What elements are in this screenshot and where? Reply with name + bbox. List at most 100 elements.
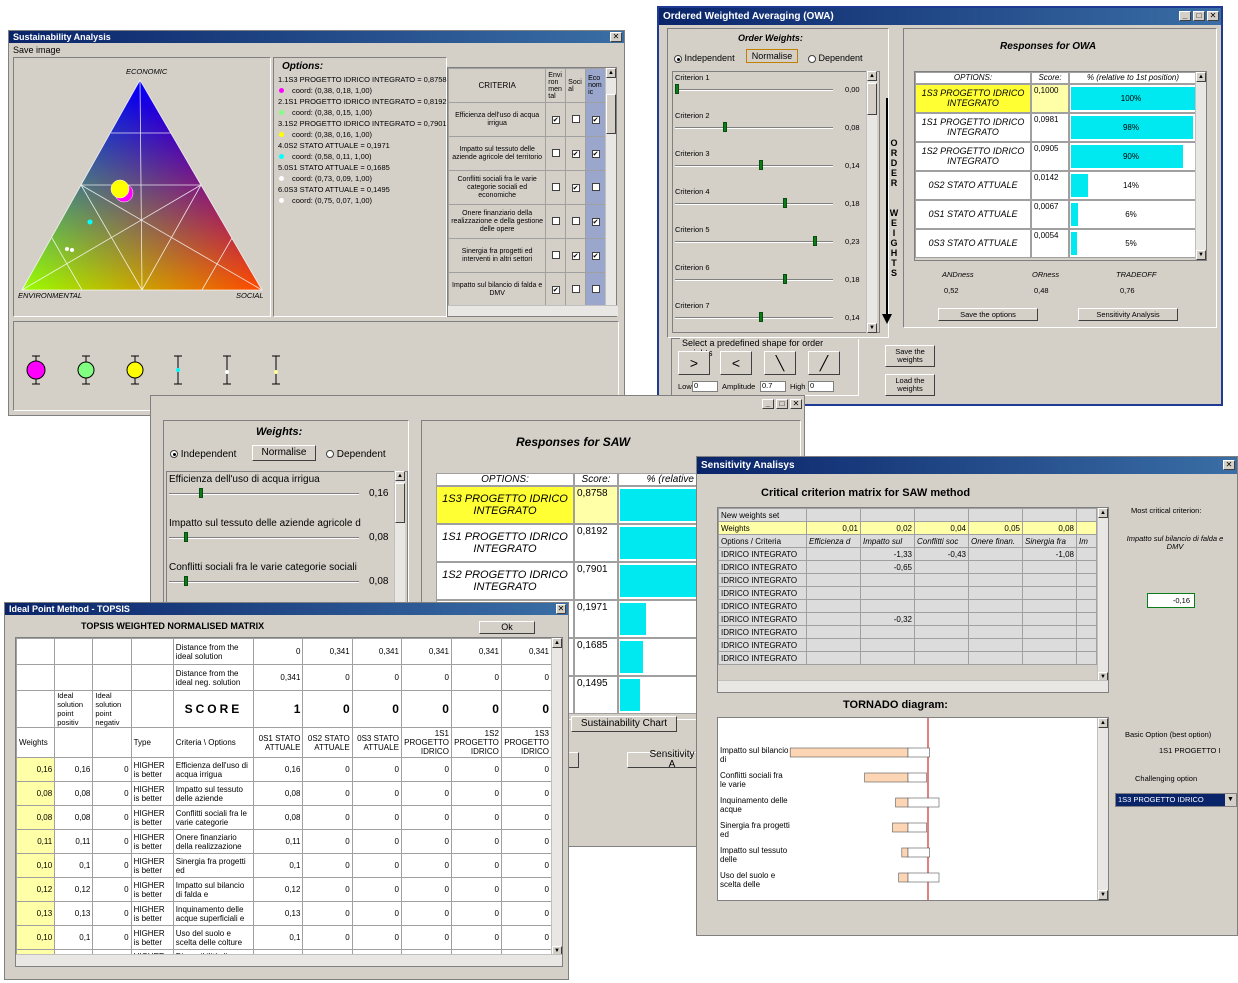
weight-cell[interactable] — [1076, 521, 1097, 535]
response-row[interactable]: 1S2 PROGETTO IDRICO INTEGRATO 0,0905 90% — [915, 142, 1197, 171]
independent-radio[interactable]: Independent — [674, 53, 735, 63]
normalise-button[interactable]: Normalise — [746, 49, 798, 63]
sensitivity-titlebar[interactable]: Sensitivity Analisys ✕ — [697, 457, 1237, 474]
maximize-icon[interactable]: □ — [1193, 11, 1205, 21]
low-select[interactable]: 0 — [692, 381, 718, 392]
criterion-slider[interactable] — [169, 532, 359, 542]
value-cell: 0 — [500, 781, 553, 806]
criterion-slider[interactable] — [675, 274, 833, 284]
close-icon[interactable]: ✕ — [1223, 460, 1235, 470]
save-options-button[interactable]: Save the options — [938, 308, 1038, 321]
sensitivity-button[interactable]: Sensitivity A — [627, 750, 699, 770]
maximize-icon[interactable]: □ — [776, 399, 788, 409]
response-row[interactable]: 0S2 STATO ATTUALE 0,0142 14% — [915, 171, 1197, 200]
response-row[interactable]: 1S1 PROGETTO IDRICO INTEGRATO 0,0981 98% — [915, 113, 1197, 142]
minimize-icon[interactable]: _ — [1179, 11, 1191, 21]
sustainability-titlebar[interactable]: Sustainability Analysis ✕ — [9, 31, 624, 43]
save-image-menu[interactable]: Save image — [13, 45, 61, 55]
soc-checkbox[interactable] — [565, 102, 587, 137]
eco-checkbox[interactable]: ✔ — [585, 136, 606, 171]
eco-checkbox[interactable] — [585, 272, 606, 307]
env-checkbox[interactable] — [545, 238, 567, 273]
challenging-option-select[interactable]: 1S3 PROGETTO IDRICO ▼ — [1115, 793, 1237, 807]
eco-checkbox[interactable]: ✔ — [585, 102, 606, 137]
dependent-radio[interactable]: Dependent — [808, 53, 863, 63]
weight-cell[interactable]: 0,08 — [1022, 521, 1077, 535]
weight-cell[interactable]: 0,16 — [16, 757, 56, 782]
criterion-slider[interactable] — [169, 576, 359, 586]
weight-cell[interactable]: 0,04 — [914, 521, 969, 535]
response-row[interactable]: 1S3 PROGETTO IDRICO INTEGRATO 0,1000 100… — [915, 84, 1197, 113]
saw-titlebar[interactable]: _ □ ✕ — [151, 396, 804, 413]
response-row[interactable]: 0S3 STATO ATTUALE 0,0054 5% — [915, 229, 1197, 258]
criterion-slider[interactable] — [675, 84, 833, 94]
criteria-cell: Uso del suolo e scelta delle colture — [172, 925, 255, 950]
weight-cell[interactable]: 0,08 — [16, 781, 56, 806]
criterion-slider[interactable] — [675, 312, 833, 322]
eco-checkbox[interactable] — [585, 170, 606, 205]
weight-cell[interactable]: 0,12 — [16, 877, 56, 902]
criterion-slider[interactable] — [675, 122, 833, 132]
env-checkbox[interactable]: ✔ — [545, 102, 567, 137]
value-cell: 0 — [302, 901, 353, 926]
value-cell: 0 — [400, 925, 452, 950]
topsis-titlebar[interactable]: Ideal Point Method - TOPSIS ✕ — [5, 603, 568, 615]
weight-cell[interactable]: 0,02 — [860, 521, 915, 535]
high-select[interactable]: 0 — [808, 381, 834, 392]
option-column-header: 0S2 STATO ATTUALE — [302, 727, 353, 758]
soc-checkbox[interactable]: ✔ — [565, 136, 587, 171]
env-checkbox[interactable] — [545, 136, 567, 171]
weight-cell[interactable]: 0,10 — [16, 853, 56, 878]
chevron-down-icon[interactable]: ▼ — [1225, 794, 1236, 806]
criteria-cell: Efficienza dell'uso di acqua irrigua — [172, 757, 255, 782]
weight-cell[interactable]: 0,05 — [968, 521, 1023, 535]
option-score: 0,0142 — [1031, 171, 1069, 200]
weight-cell[interactable]: 0,13 — [16, 901, 56, 926]
weight-cell[interactable]: 0,10 — [16, 925, 56, 950]
eco-checkbox[interactable]: ✔ — [585, 204, 606, 239]
env-checkbox[interactable] — [545, 204, 567, 239]
load-weights-button[interactable]: Load the weights — [885, 374, 935, 396]
weight-cell[interactable]: 0,01 — [806, 521, 861, 535]
shape-valley-button[interactable]: < — [720, 351, 752, 375]
soc-checkbox[interactable]: ✔ — [565, 170, 587, 205]
soc-checkbox[interactable] — [565, 272, 587, 307]
save-weights-button[interactable]: Save the weights — [885, 345, 935, 367]
criteria-sliders: Criterion 1 0,00 Criterion 2 0,08 Criterio… — [672, 71, 880, 333]
horizontal-scrollbar[interactable] — [448, 305, 618, 316]
criterion-value: 0,14 — [845, 313, 860, 322]
shape-up-button[interactable]: ╱ — [808, 351, 840, 375]
sustainability-chart-button[interactable]: Sustainability Chart — [571, 716, 677, 732]
close-icon[interactable]: ✕ — [556, 604, 566, 614]
eco-checkbox[interactable]: ✔ — [585, 238, 606, 273]
shape-down-button[interactable]: ╲ — [764, 351, 796, 375]
ok-button[interactable]: Ok — [479, 621, 535, 634]
horizontal-scrollbar[interactable] — [16, 954, 562, 966]
criterion-slider[interactable] — [169, 488, 359, 498]
env-checkbox[interactable]: ✔ — [545, 272, 567, 307]
close-icon[interactable]: ✕ — [610, 32, 622, 42]
env-checkbox[interactable] — [545, 170, 567, 205]
weight-cell[interactable]: 0,08 — [16, 805, 56, 830]
owa-titlebar[interactable]: Ordered Weighted Averaging (OWA) _ □ ✕ — [659, 8, 1221, 25]
ideal-pos-cell: 0,11 — [54, 829, 94, 854]
criterion-slider[interactable] — [675, 198, 833, 208]
normalise-button[interactable]: Normalise — [252, 445, 316, 461]
criterion-slider[interactable] — [675, 236, 833, 246]
close-icon[interactable]: ✕ — [1207, 11, 1219, 21]
most-critical-value[interactable]: -0,16 — [1147, 593, 1195, 608]
sensitivity-analysis-button[interactable]: Sensitivity Analysis — [1078, 308, 1178, 321]
close-icon[interactable]: ✕ — [790, 399, 802, 409]
dependent-radio[interactable]: Dependent — [326, 449, 386, 460]
tornado-bar-positive — [907, 772, 927, 783]
shape-decreasing-button[interactable]: > — [678, 351, 710, 375]
minimize-icon[interactable]: _ — [762, 399, 774, 409]
weight-cell[interactable]: 0,11 — [16, 829, 56, 854]
criterion-slider[interactable] — [675, 160, 833, 170]
soc-checkbox[interactable] — [565, 204, 587, 239]
soc-checkbox[interactable]: ✔ — [565, 238, 587, 273]
horizontal-scrollbar[interactable] — [718, 680, 1108, 692]
amplitude-select[interactable]: 0.7 — [760, 381, 786, 392]
independent-radio[interactable]: Independent — [170, 449, 236, 460]
response-row[interactable]: 0S1 STATO ATTUALE 0,0067 6% — [915, 200, 1197, 229]
